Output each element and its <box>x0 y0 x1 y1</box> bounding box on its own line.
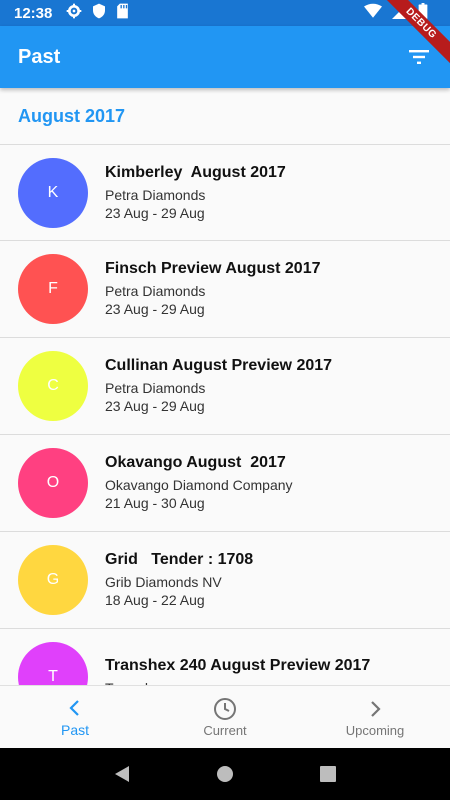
chevron-right-icon <box>365 697 385 721</box>
item-dates: 23 Aug - 29 Aug <box>105 204 205 221</box>
item-company: Grib Diamonds NV <box>105 574 222 590</box>
recents-square-icon <box>320 766 337 782</box>
home-button[interactable] <box>205 754 245 794</box>
list-item[interactable]: O Okavango August 2017 Okavango Diamond Co… <box>0 435 450 532</box>
filter-button[interactable] <box>406 44 432 70</box>
filter-icon <box>409 50 429 64</box>
shield-icon <box>92 3 106 24</box>
item-text: Okavango August 2017 Okavango Diamond Com… <box>105 454 293 512</box>
item-company: Petra Diamonds <box>105 380 206 396</box>
item-dates: 21 Aug - 30 Aug <box>105 495 205 511</box>
item-company: Okavango Diamond Company <box>105 477 293 493</box>
app-frame: 12:38 DEBUG Past August 2017 K Kimberley… <box>0 0 450 800</box>
item-dates: 23 Aug - 29 Aug <box>105 398 205 414</box>
recents-button[interactable] <box>308 754 348 794</box>
list-item[interactable]: K Kimberley August 2017 Petra Diamonds 23 A… <box>0 144 450 241</box>
item-title: Transhex 240 August Preview 2017 <box>105 657 371 674</box>
gear-icon <box>66 3 82 24</box>
item-dates: 18 Aug - 22 Aug <box>105 592 205 608</box>
app-bar: Past <box>0 26 450 88</box>
nav-item-past[interactable]: Past <box>0 686 150 748</box>
item-company: Petra Diamonds <box>105 186 206 203</box>
nav-item-current[interactable]: Current <box>150 686 300 748</box>
item-dates: 23 Aug - 29 Aug <box>105 301 205 317</box>
battery-icon <box>418 2 428 24</box>
clock-icon <box>213 697 237 721</box>
content-area[interactable]: August 2017 K Kimberley August 2017 Petra … <box>0 88 450 685</box>
back-triangle-icon <box>114 766 129 782</box>
item-title: Okavango August 2017 <box>105 454 286 471</box>
item-title: Kimberley August 2017 <box>105 163 286 181</box>
nav-label: Past <box>60 722 89 738</box>
list-item[interactable]: C Cullinan August Preview 2017 Petra Diamo… <box>0 338 450 435</box>
avatar: G <box>18 545 88 615</box>
section-header: August 2017 <box>18 106 126 126</box>
list-item[interactable]: F Finsch Preview August 2017 Petra Diamond… <box>0 241 450 338</box>
avatar: F <box>18 254 88 324</box>
nav-item-upcoming[interactable]: Upcoming <box>300 686 450 748</box>
bottom-navigation: Past Current Upcoming <box>0 685 450 748</box>
avatar: T <box>18 642 88 685</box>
status-time: 12:38 <box>14 4 53 22</box>
home-circle-icon <box>216 766 233 782</box>
avatar: O <box>18 448 88 518</box>
chevron-left-icon <box>65 696 85 720</box>
avatar: K <box>18 157 88 228</box>
avatar: C <box>18 351 88 421</box>
item-title: Cullinan August Preview 2017 <box>105 357 333 374</box>
nav-label: Current <box>203 722 247 738</box>
signal-icon <box>392 2 408 24</box>
wifi-icon <box>364 3 382 24</box>
tender-list: K Kimberley August 2017 Petra Diamonds 23 A… <box>0 144 450 685</box>
item-text: Transhex 240 August Preview 2017Trans-he… <box>105 657 370 685</box>
page-title: Past <box>18 45 61 68</box>
system-nav-bar <box>0 748 450 800</box>
item-text: Kimberley August 2017 Petra Diamonds 23 Au… <box>105 164 286 222</box>
item-text: Finsch Preview August 2017 Petra Diamonds… <box>105 260 320 318</box>
item-company: Petra Diamonds <box>105 283 206 299</box>
item-title: Finsch Preview August 2017 <box>105 260 321 277</box>
back-button[interactable] <box>102 754 142 794</box>
nav-label: Upcoming <box>345 722 405 738</box>
item-title: Grid Tender : 1708 <box>105 551 254 568</box>
item-text: Grid Tender : 1708 Grib Diamonds NV 18 Aug… <box>105 551 253 609</box>
list-item[interactable]: T Transhex 240 August Preview 2017Trans-h… <box>0 629 450 685</box>
sdcard-icon <box>116 3 129 24</box>
list-item[interactable]: G Grid Tender : 1708 Grib Diamonds NV 18 Au… <box>0 532 450 629</box>
item-text: Cullinan August Preview 2017 Petra Diamon… <box>105 357 332 415</box>
status-bar: 12:38 <box>0 0 450 26</box>
